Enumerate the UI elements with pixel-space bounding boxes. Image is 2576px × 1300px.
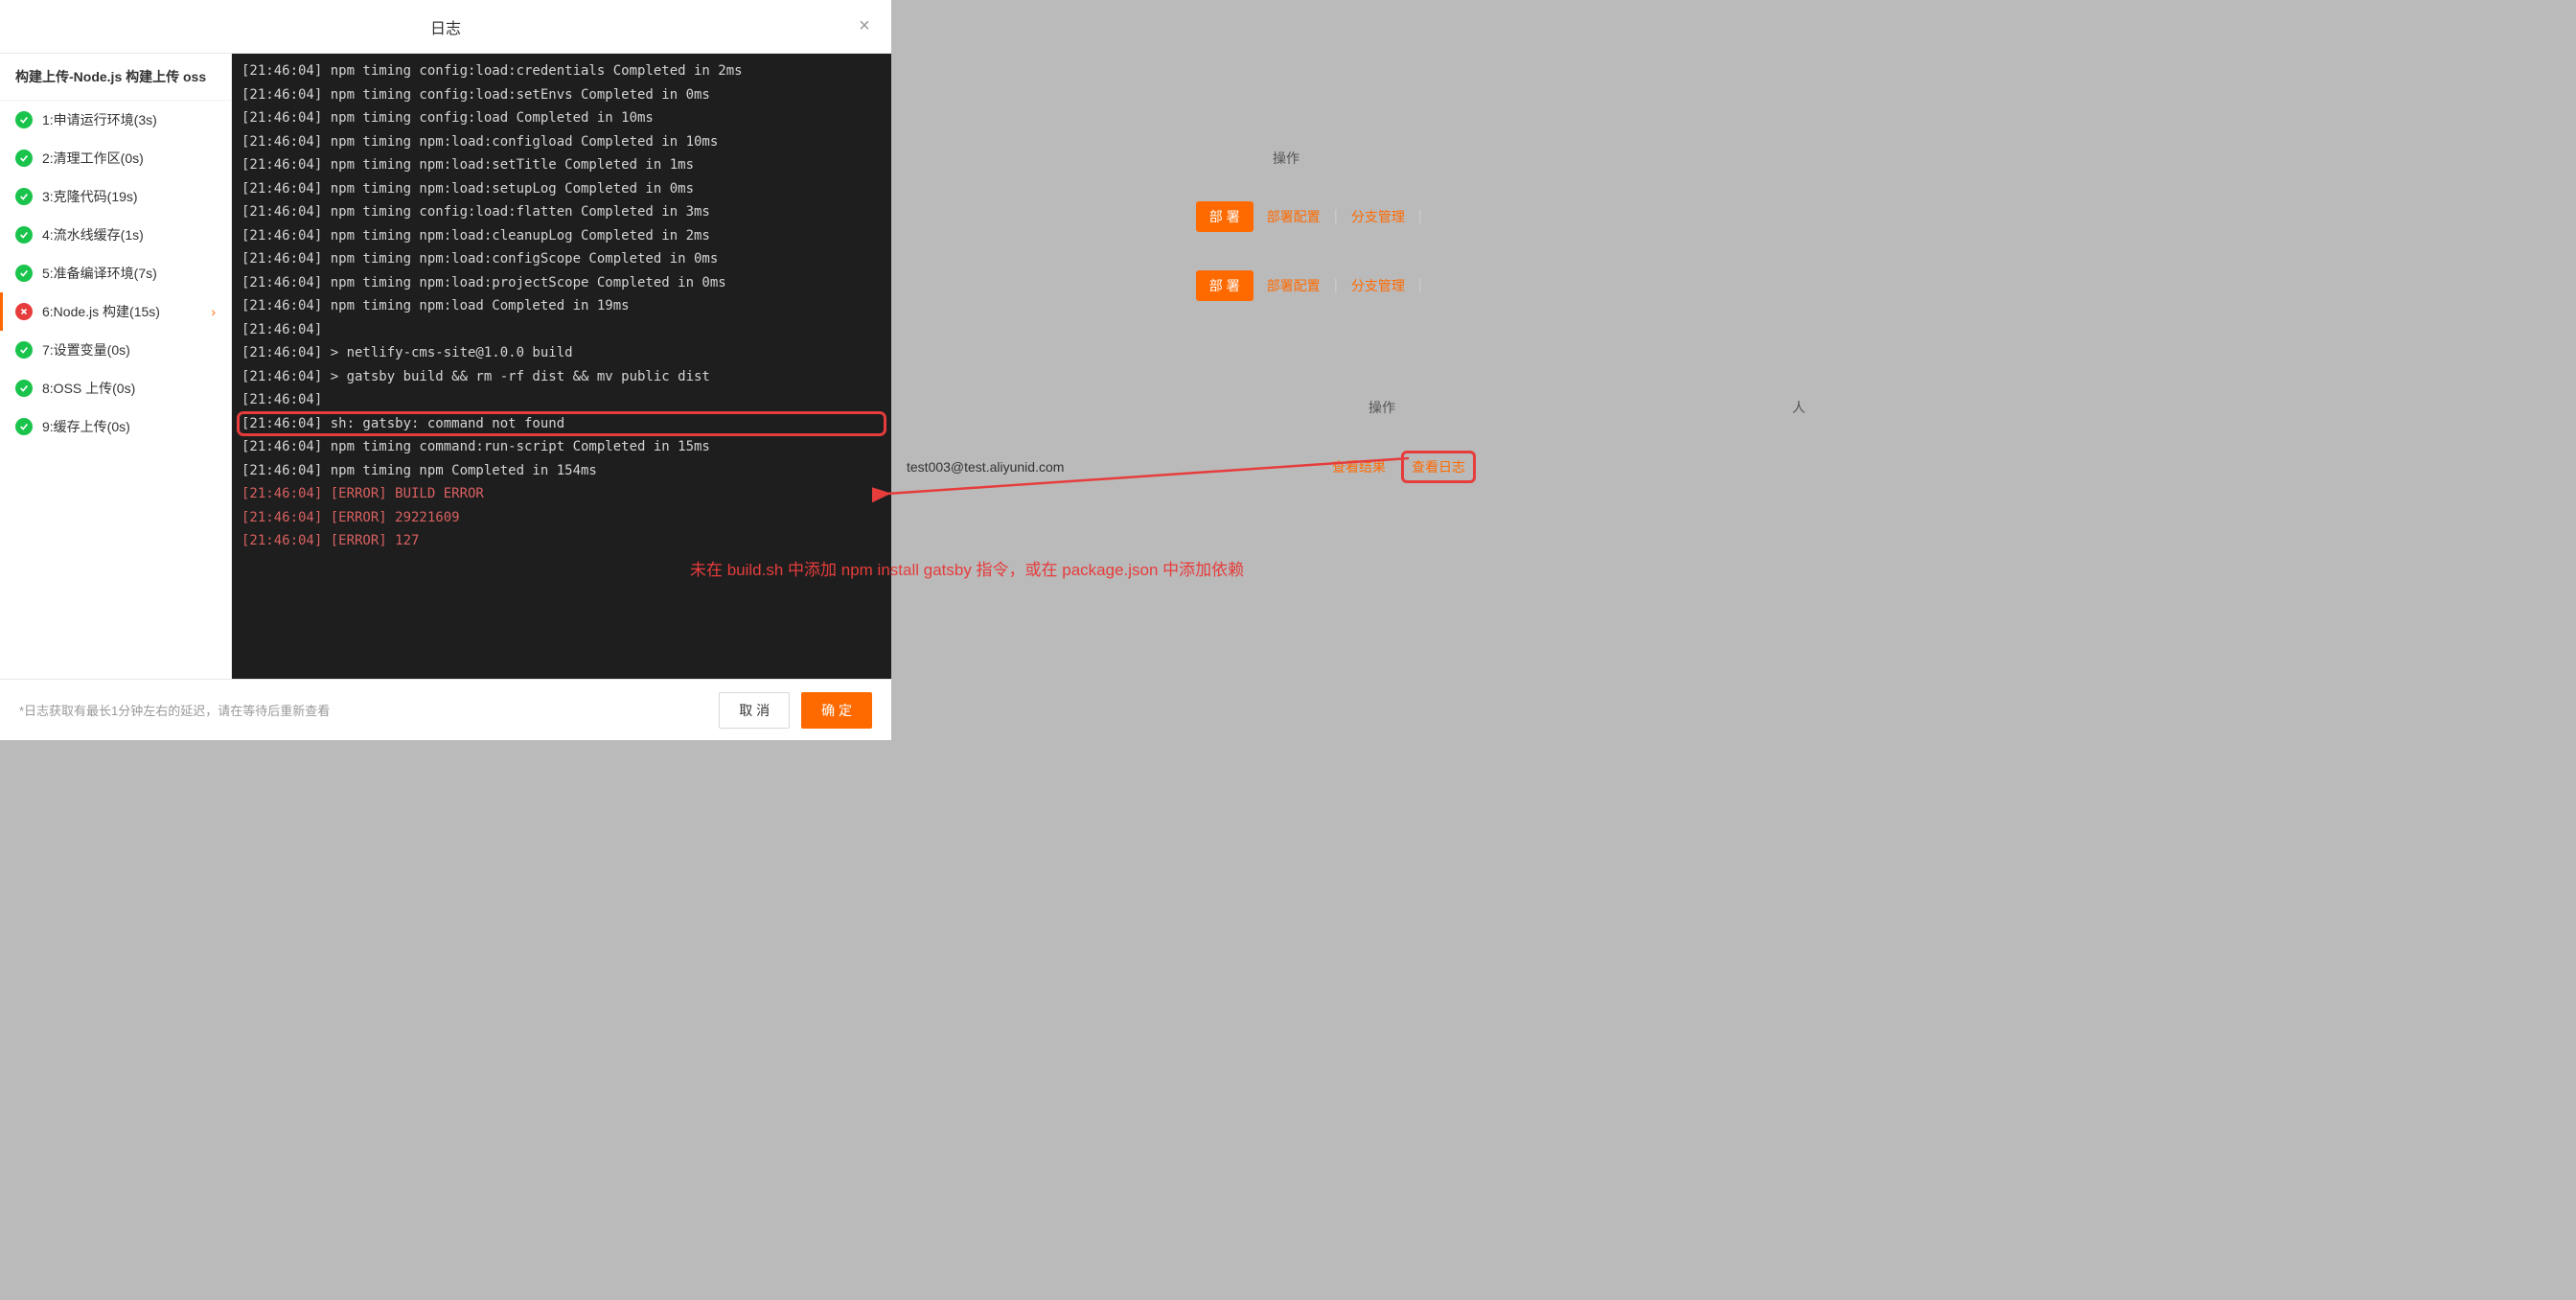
log-line: [21:46:04] npm timing config:load Comple… bbox=[242, 106, 882, 130]
check-icon bbox=[15, 226, 33, 244]
column-header-ops-2: 操作 bbox=[1368, 398, 1395, 417]
close-icon[interactable]: × bbox=[853, 15, 876, 38]
pipeline-row-2: 部 署 部署配置 | 分支管理 | 查看结 bbox=[891, 251, 1491, 320]
check-icon bbox=[15, 265, 33, 282]
check-icon bbox=[15, 150, 33, 167]
deploy-config-link-2[interactable]: 部署配置 bbox=[1261, 276, 1326, 295]
deploy-button-2[interactable]: 部 署 bbox=[1196, 270, 1254, 301]
log-line: [21:46:04] npm timing npm:load Completed… bbox=[242, 294, 882, 318]
log-line: [21:46:04] bbox=[242, 318, 882, 342]
footer-hint: *日志获取有最长1分钟左右的延迟，请在等待后重新查看 bbox=[19, 701, 707, 719]
pipeline-row-1: 部 署 部署配置 | 分支管理 | 查看结 bbox=[891, 182, 1491, 251]
log-line: [21:46:04] sh: gatsby: command not found bbox=[238, 412, 886, 436]
step-label: 8:OSS 上传(0s) bbox=[42, 379, 216, 398]
view-result-link[interactable]: 查看结果 bbox=[1326, 457, 1392, 476]
log-line: [21:46:04] npm timing npm:load:configSco… bbox=[242, 247, 882, 271]
log-line: [21:46:04] npm timing npm:load:projectSc… bbox=[242, 271, 882, 295]
step-label: 6:Node.js 构建(15s) bbox=[42, 302, 211, 321]
step-label: 7:设置变量(0s) bbox=[42, 340, 216, 360]
log-line: [21:46:04] bbox=[242, 388, 882, 412]
check-icon bbox=[15, 188, 33, 205]
check-icon bbox=[15, 418, 33, 435]
step-item-9[interactable]: 9:缓存上传(0s) bbox=[0, 407, 231, 446]
chevron-right-icon: › bbox=[211, 304, 216, 319]
annotation-text: 未在 build.sh 中添加 npm install gatsby 指令，或在… bbox=[690, 556, 1244, 580]
step-item-1[interactable]: 1:申请运行环境(3s) bbox=[0, 101, 231, 139]
log-output[interactable]: [21:46:04] npm timing config:load:creden… bbox=[232, 54, 891, 679]
steps-sidebar: 构建上传-Node.js 构建上传 oss 1:申请运行环境(3s) 2:清理工作… bbox=[0, 54, 232, 679]
cancel-button[interactable]: 取 消 bbox=[719, 692, 790, 729]
step-label: 2:清理工作区(0s) bbox=[42, 149, 216, 168]
step-label: 4:流水线缓存(1s) bbox=[42, 225, 216, 244]
background-page: 操作 部 署 部署配置 | 分支管理 | 查看结 部 署 部署配置 | 分支管理… bbox=[891, 0, 1491, 740]
step-label: 1:申请运行环境(3s) bbox=[42, 110, 216, 129]
check-icon bbox=[15, 111, 33, 128]
record-row: test003@test.aliyunid.com 查看结果 查看日志 bbox=[891, 435, 1491, 499]
column-header-person: 人 bbox=[1792, 398, 1806, 417]
log-line: [21:46:04] npm timing config:load:creden… bbox=[242, 59, 882, 83]
log-modal: 日志 × 构建上传-Node.js 构建上传 oss 1:申请运行环境(3s) 2… bbox=[0, 0, 891, 740]
log-line: [21:46:04] > netlify-cms-site@1.0.0 buil… bbox=[242, 341, 882, 365]
step-item-2[interactable]: 2:清理工作区(0s) bbox=[0, 139, 231, 177]
log-line: [21:46:04] npm timing command:run-script… bbox=[242, 435, 882, 459]
view-log-link[interactable]: 查看日志 bbox=[1401, 451, 1476, 483]
deploy-button-1[interactable]: 部 署 bbox=[1196, 201, 1254, 232]
step-item-5[interactable]: 5:准备编译环境(7s) bbox=[0, 254, 231, 292]
check-icon bbox=[15, 341, 33, 359]
sidebar-title: 构建上传-Node.js 构建上传 oss bbox=[0, 54, 231, 101]
log-line: [21:46:04] [ERROR] 127 bbox=[242, 529, 882, 553]
step-item-4[interactable]: 4:流水线缓存(1s) bbox=[0, 216, 231, 254]
log-line: [21:46:04] [ERROR] BUILD ERROR bbox=[242, 482, 882, 506]
log-line: [21:46:04] npm timing npm:load:setupLog … bbox=[242, 177, 882, 201]
user-email: test003@test.aliyunid.com bbox=[907, 459, 1326, 475]
log-line: [21:46:04] npm timing npm:load:setTitle … bbox=[242, 153, 882, 177]
log-line: [21:46:04] > gatsby build && rm -rf dist… bbox=[242, 365, 882, 389]
deploy-config-link-1[interactable]: 部署配置 bbox=[1261, 207, 1326, 226]
log-line: [21:46:04] npm timing npm:load:cleanupLo… bbox=[242, 224, 882, 248]
ok-button[interactable]: 确 定 bbox=[801, 692, 872, 729]
column-header-ops: 操作 bbox=[1273, 149, 1300, 168]
modal-header: 日志 × bbox=[0, 0, 891, 54]
log-line: [21:46:04] npm timing npm Completed in 1… bbox=[242, 459, 882, 483]
step-label: 5:准备编译环境(7s) bbox=[42, 264, 216, 283]
step-item-8[interactable]: 8:OSS 上传(0s) bbox=[0, 369, 231, 407]
log-line: [21:46:04] npm timing config:load:setEnv… bbox=[242, 83, 882, 107]
branch-mgmt-link-2[interactable]: 分支管理 bbox=[1346, 276, 1411, 295]
step-item-6[interactable]: 6:Node.js 构建(15s)› bbox=[0, 292, 231, 331]
modal-body: 构建上传-Node.js 构建上传 oss 1:申请运行环境(3s) 2:清理工作… bbox=[0, 54, 891, 679]
check-icon bbox=[15, 380, 33, 397]
log-line: [21:46:04] npm timing config:load:flatte… bbox=[242, 200, 882, 224]
view-result-link-2[interactable]: 查看结 bbox=[1430, 276, 1482, 295]
modal-title: 日志 bbox=[430, 15, 461, 38]
step-item-3[interactable]: 3:克隆代码(19s) bbox=[0, 177, 231, 216]
branch-mgmt-link-1[interactable]: 分支管理 bbox=[1346, 207, 1411, 226]
step-label: 3:克隆代码(19s) bbox=[42, 187, 216, 206]
step-label: 9:缓存上传(0s) bbox=[42, 417, 216, 436]
step-item-7[interactable]: 7:设置变量(0s) bbox=[0, 331, 231, 369]
log-line: [21:46:04] npm timing npm:load:configloa… bbox=[242, 130, 882, 154]
error-icon bbox=[15, 303, 33, 320]
log-line: [21:46:04] [ERROR] 29221609 bbox=[242, 506, 882, 530]
view-result-link-1[interactable]: 查看结 bbox=[1430, 207, 1482, 226]
modal-footer: *日志获取有最长1分钟左右的延迟，请在等待后重新查看 取 消 确 定 bbox=[0, 679, 891, 740]
